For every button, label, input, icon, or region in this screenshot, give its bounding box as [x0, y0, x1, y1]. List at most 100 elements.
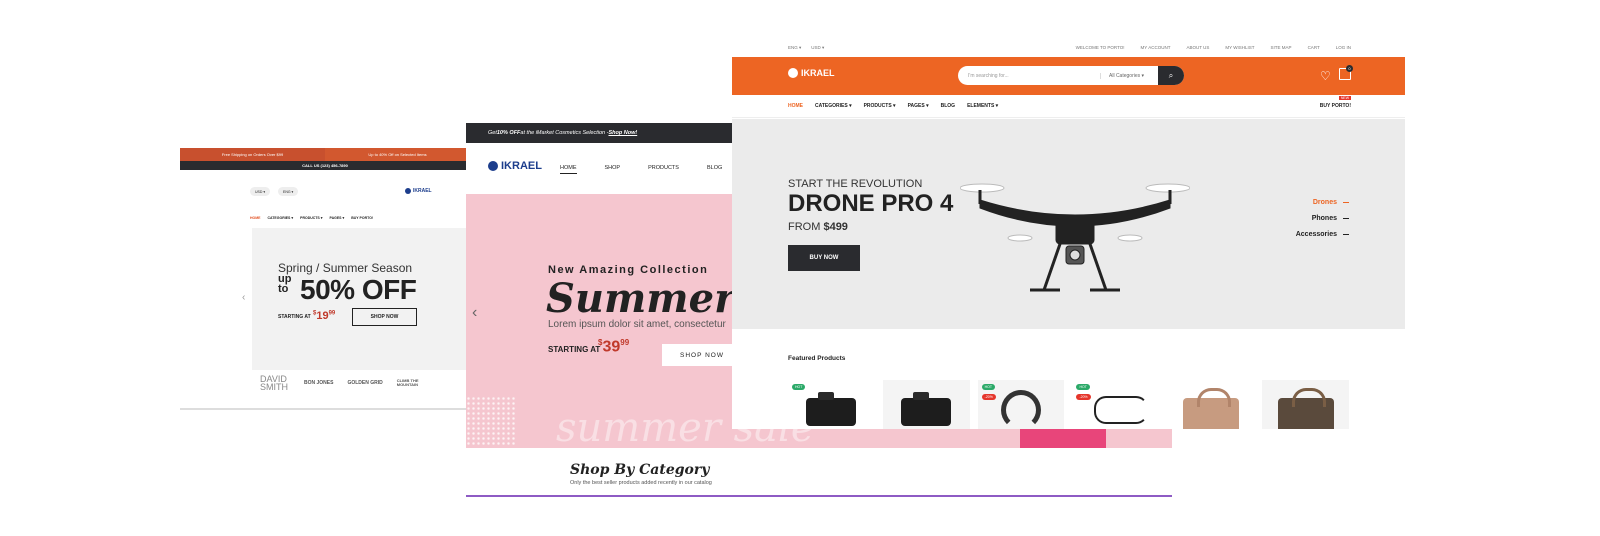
hero-description: Lorem ipsum dolor sit amet, consectetur — [548, 319, 726, 330]
my-account-link[interactable]: My Account — [1141, 45, 1171, 50]
utility-bar: ENG ▾ USD ▾ Welcome to Porto! My Account… — [732, 38, 1405, 56]
nav-shop[interactable]: SHOP — [605, 165, 621, 174]
category-phones[interactable]: Phones — [1312, 215, 1349, 222]
shop-now-button[interactable]: SHOP NOW — [662, 344, 742, 366]
buy-porto-link[interactable]: BUY PORTO! — [1320, 103, 1351, 109]
logo-text: IKRAEL — [501, 160, 542, 172]
hero-price: FROM $499 — [788, 221, 848, 233]
category-title: Shop By Category — [570, 462, 710, 478]
sale-badge: -20% — [981, 394, 996, 400]
hot-badge: HOT — [1076, 384, 1090, 390]
product-card[interactable] — [1262, 380, 1349, 429]
search-icon[interactable]: ⌕ — [1158, 66, 1184, 85]
nav-products[interactable]: PRODUCTS — [648, 165, 679, 174]
divider — [466, 495, 1172, 497]
new-badge: NEW — [1338, 96, 1351, 100]
dot-pattern — [466, 396, 516, 446]
site-logo[interactable]: IKRAEL — [788, 68, 835, 78]
language-select[interactable]: ENG ▾ — [788, 45, 801, 51]
hot-badge: HOT — [981, 384, 996, 390]
brand-logo[interactable]: DAVID SMITH — [260, 375, 290, 392]
logo-icon — [788, 68, 798, 78]
screenshot-left: Free Shipping on Orders Over $99 Up to 4… — [180, 148, 470, 410]
hero-price: $1999 — [313, 310, 336, 322]
search-category-select[interactable]: All Categories ▾ — [1100, 72, 1158, 79]
nav-products[interactable]: PRODUCTS ▾ — [300, 216, 322, 220]
hero-starting-label: STARTING AT — [278, 314, 311, 320]
topbar-text-mid: at the iMarket Cosmetics Selection - — [520, 130, 609, 136]
nav-blog[interactable]: BLOG — [707, 165, 722, 174]
hero-category-list: Drones Phones Accessories — [1296, 199, 1349, 238]
logo-icon — [405, 188, 411, 194]
divider — [180, 408, 470, 410]
utility-links: Welcome to Porto! My Account About Us My… — [1076, 45, 1351, 50]
product-card[interactable] — [1167, 380, 1255, 429]
wishlist-link[interactable]: My Wishlist — [1225, 45, 1254, 50]
logo-icon — [488, 161, 498, 171]
nav-home[interactable]: HOME — [250, 216, 261, 220]
screenshot-right: ENG ▾ USD ▾ Welcome to Porto! My Account… — [732, 38, 1405, 429]
buy-now-button[interactable]: BUY NOW — [788, 245, 860, 271]
login-link[interactable]: Log In — [1336, 45, 1351, 50]
product-card[interactable]: HOT -20% — [977, 380, 1065, 429]
brand-logo[interactable]: GOLDEN GRID — [347, 380, 382, 386]
product-card[interactable]: HOT — [788, 380, 875, 429]
nav-buy-porto[interactable]: BUY PORTO! — [351, 216, 373, 220]
wishlist-heart-icon[interactable]: ♡ — [1320, 69, 1331, 83]
main-nav: HOME CATEGORIES ▾ PRODUCTS ▾ PAGES ▾ BUY… — [250, 216, 373, 220]
nav-categories[interactable]: CATEGORIES ▾ — [815, 103, 852, 109]
search-box: I'm searching for... All Categories ▾ ⌕ — [958, 66, 1184, 85]
product-card[interactable] — [882, 380, 970, 429]
language-select[interactable]: ENG ▾ — [278, 187, 299, 196]
slider-prev-arrow-icon[interactable]: ‹ — [242, 292, 245, 303]
hero-subtitle: Spring / Summer Season — [278, 261, 413, 275]
product-grid: HOT HOT -20% HOT -20% — [788, 380, 1349, 429]
main-nav: HOME CATEGORIES ▾ PRODUCTS ▾ PAGES ▾ BLO… — [788, 103, 998, 109]
welcome-text: Welcome to Porto! — [1075, 45, 1125, 50]
slider-prev-arrow-icon[interactable]: ‹ — [472, 304, 477, 322]
search-input[interactable]: I'm searching for... — [958, 73, 1100, 79]
brand-logo[interactable]: CLIMB THE MOUNTAIN — [397, 379, 425, 387]
promo-discount: Up to 40% Off on Selected Items — [325, 148, 470, 161]
locale-selectors: ENG ▾ USD ▾ — [788, 45, 824, 51]
hero-upto: up to — [278, 273, 292, 295]
nav-pages[interactable]: PAGES ▾ — [908, 103, 929, 109]
logo-text: IKRAEL — [413, 188, 432, 194]
divider — [732, 117, 1405, 118]
cart-count-badge: 0 — [1346, 65, 1353, 72]
product-image — [1094, 396, 1149, 424]
promo-bar: Free Shipping on Orders Over $99 Up to 4… — [180, 148, 470, 161]
nav-home[interactable]: HOME — [560, 165, 577, 174]
hero-starting-label: STARTING AT — [548, 345, 601, 354]
main-nav: HOME SHOP PRODUCTS BLOG PA — [560, 165, 757, 174]
nav-categories[interactable]: CATEGORIES ▾ — [268, 216, 294, 220]
sale-badge: -20% — [1076, 394, 1091, 400]
currency-select[interactable]: USD ▾ — [250, 187, 271, 196]
shop-now-button[interactable]: SHOP NOW — [352, 308, 417, 326]
nav-pages[interactable]: PAGES ▾ — [330, 216, 345, 220]
category-accessories[interactable]: Accessories — [1296, 231, 1349, 238]
topbar-discount: 10% OFF — [496, 130, 521, 136]
brand-strip: DAVID SMITH BON JONES GOLDEN GRID CLIMB … — [260, 372, 470, 394]
site-logo[interactable]: IKRAEL — [488, 160, 542, 172]
nav-home[interactable]: HOME — [788, 103, 803, 109]
currency-select[interactable]: USD ▾ — [811, 45, 824, 51]
site-logo[interactable]: IKRAEL — [405, 186, 435, 196]
promo-shipping: Free Shipping on Orders Over $99 — [221, 152, 284, 157]
about-us-link[interactable]: About Us — [1186, 45, 1209, 50]
featured-products-title: Featured Products — [788, 355, 846, 362]
product-card[interactable]: HOT -20% — [1072, 380, 1160, 429]
hero-price: $3999 — [598, 338, 630, 356]
category-subtitle: Only the best seller products added rece… — [570, 480, 712, 486]
site-map-link[interactable]: Site Map — [1271, 45, 1292, 50]
topbar-shop-now-link[interactable]: Shop Now! — [608, 130, 637, 136]
logo-text: IKRAEL — [801, 68, 835, 78]
cart-link[interactable]: Cart — [1308, 45, 1320, 50]
product-image — [1182, 388, 1239, 429]
brand-logo[interactable]: BON JONES — [304, 380, 333, 386]
drone-image — [960, 183, 1190, 292]
nav-products[interactable]: PRODUCTS ▾ — [864, 103, 896, 109]
nav-blog[interactable]: BLOG — [941, 103, 955, 109]
category-drones[interactable]: Drones — [1313, 199, 1349, 206]
nav-elements[interactable]: ELEMENTS ▾ — [967, 103, 998, 109]
